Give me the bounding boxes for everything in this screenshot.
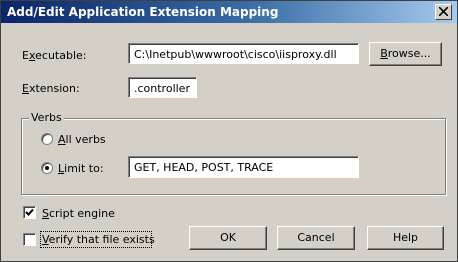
verify-file-checkbox[interactable] (23, 233, 36, 246)
title-bar[interactable]: Add/Edit Application Extension Mapping (1, 1, 457, 23)
extension-label: Extension: (22, 82, 80, 95)
ok-button[interactable]: OK (189, 226, 267, 250)
verify-file-label[interactable]: Verify that file exists (42, 233, 155, 246)
script-engine-label[interactable]: Script engine (42, 207, 115, 220)
close-icon (439, 7, 448, 16)
all-verbs-label[interactable]: All verbs (58, 133, 106, 146)
radio-selected-dot (45, 166, 49, 170)
browse-button[interactable]: Browse... (369, 42, 442, 66)
extension-mapping-dialog: Add/Edit Application Extension Mapping E… (0, 0, 458, 262)
executable-input[interactable]: C:\Inetpub\wwwroot\cisco\iisproxy.dll (128, 43, 359, 64)
all-verbs-radio[interactable] (41, 133, 53, 145)
cancel-button[interactable]: Cancel (277, 226, 355, 250)
dialog-title: Add/Edit Application Extension Mapping (7, 5, 279, 19)
limit-verbs-input[interactable]: GET, HEAD, POST, TRACE (128, 156, 359, 178)
limit-to-label[interactable]: Limit to: (58, 162, 104, 175)
help-button[interactable]: Help (367, 226, 444, 250)
close-button[interactable] (435, 4, 452, 20)
limit-to-radio[interactable] (41, 162, 53, 174)
executable-label: Executable: (22, 49, 87, 62)
script-engine-checkbox[interactable] (23, 206, 36, 219)
verbs-group-label: Verbs (29, 111, 64, 124)
checkmark-icon (25, 208, 34, 216)
extension-input[interactable]: .controller (128, 77, 197, 98)
